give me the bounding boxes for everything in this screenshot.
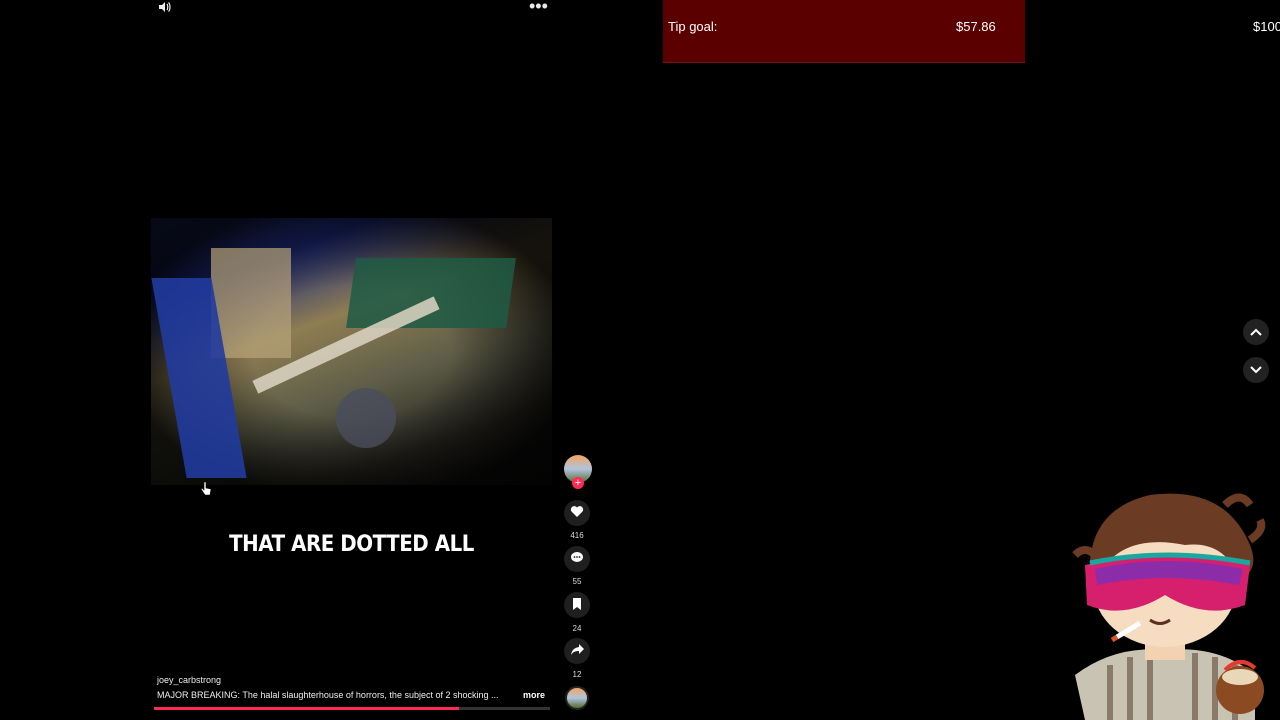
- streamer-cartoon-avatar: [1072, 493, 1266, 720]
- post-description: MAJOR BREAKING: The halal slaughterhouse…: [157, 690, 499, 700]
- music-disc[interactable]: [565, 686, 589, 710]
- share-count: 12: [572, 670, 582, 679]
- like-button[interactable]: [564, 500, 590, 526]
- video-player[interactable]: [151, 218, 552, 485]
- heart-icon: [570, 505, 584, 521]
- comment-count: 55: [572, 577, 582, 586]
- more-link[interactable]: more: [523, 690, 545, 700]
- bookmark-icon: [572, 597, 582, 613]
- like-count: 416: [570, 531, 584, 540]
- hand-cursor-icon: [200, 481, 212, 500]
- cctv-footage-image: [151, 218, 552, 485]
- speaker-icon[interactable]: [157, 0, 171, 17]
- save-button[interactable]: [564, 592, 590, 618]
- save-count: 24: [572, 624, 582, 633]
- tip-goal-current: $57.86: [956, 19, 996, 34]
- post-username[interactable]: joey_carbstrong: [157, 675, 221, 685]
- video-progress-fill: [154, 707, 459, 710]
- tip-goal-label: Tip goal:: [668, 19, 718, 34]
- video-caption: THAT ARE DOTTED ALL: [229, 532, 474, 557]
- follow-button[interactable]: +: [572, 477, 584, 489]
- share-icon: [570, 643, 584, 659]
- comment-icon: [570, 551, 584, 567]
- chevron-up-icon: [1250, 325, 1262, 339]
- next-video-button[interactable]: [1243, 357, 1269, 383]
- tip-goal-target: $100: [1253, 19, 1280, 34]
- previous-video-button[interactable]: [1243, 319, 1269, 345]
- chevron-down-icon: [1250, 363, 1262, 377]
- share-button[interactable]: [564, 638, 590, 664]
- more-horizontal-icon[interactable]: •••: [529, 0, 548, 17]
- comment-button[interactable]: [564, 546, 590, 572]
